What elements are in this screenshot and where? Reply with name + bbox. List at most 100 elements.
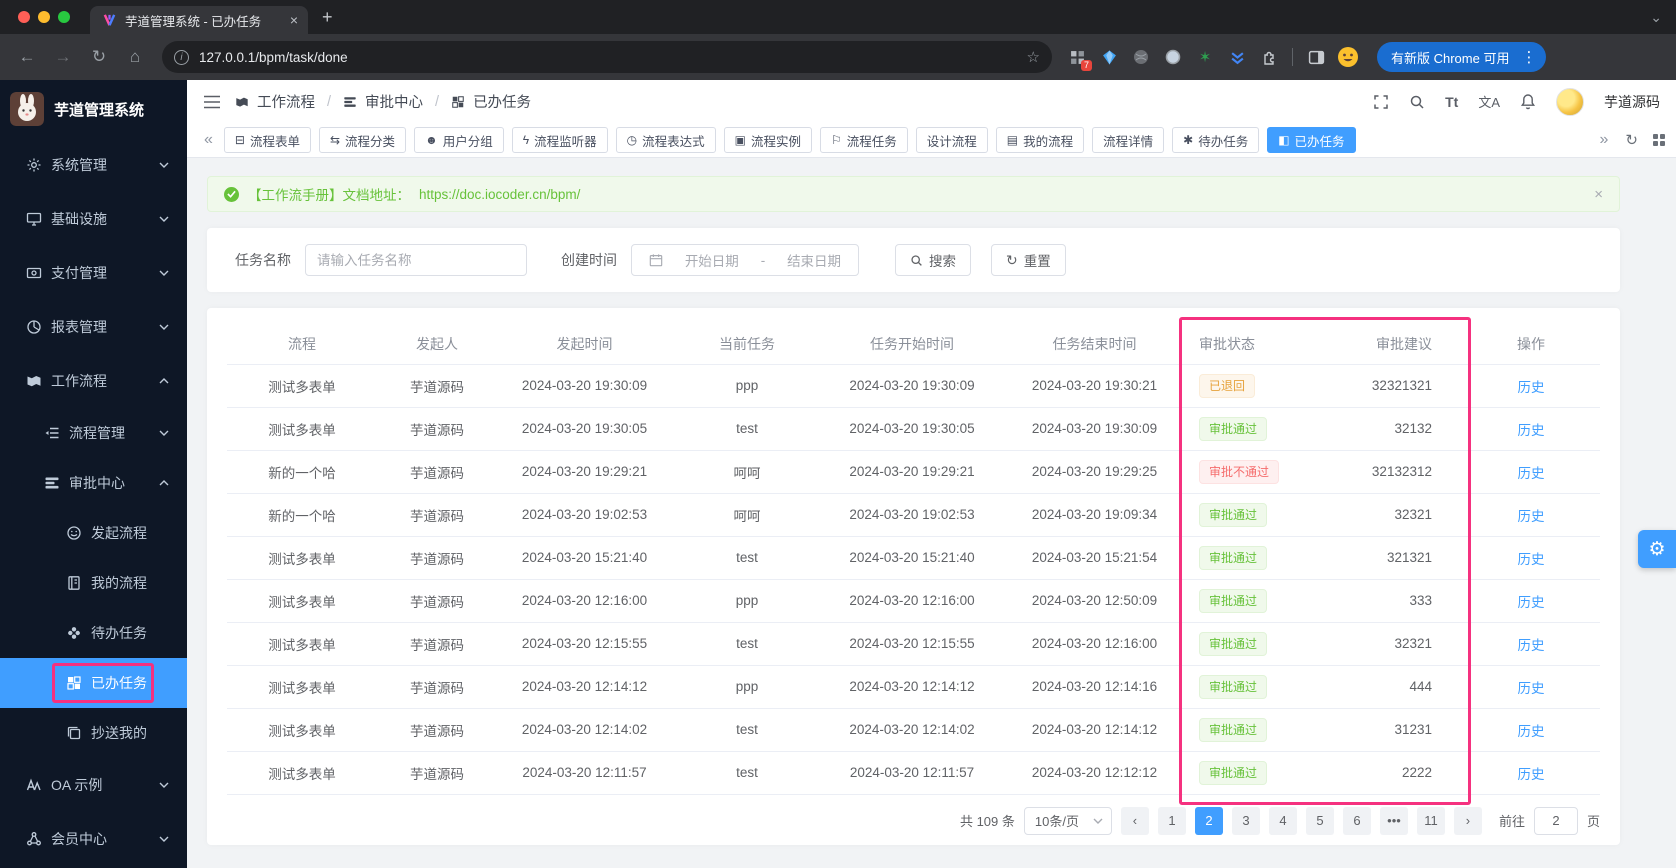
- tag-tab[interactable]: ⇆ 流程分类: [318, 127, 407, 153]
- tabs-scroll-right-icon[interactable]: »: [1597, 131, 1612, 149]
- goto-page-input[interactable]: [1533, 806, 1578, 835]
- sidebar-item-process-mgmt[interactable]: 流程管理: [0, 408, 187, 458]
- sidebar-item-system[interactable]: 系统管理: [0, 138, 187, 192]
- tag-tab[interactable]: ⊟ 流程表单: [223, 127, 311, 153]
- tag-tab[interactable]: ϟ 流程监听器: [511, 127, 608, 153]
- sidebar-item-my-process[interactable]: 我的流程: [0, 558, 187, 608]
- page-number-button[interactable]: •••: [1379, 806, 1408, 835]
- sidebar-item-workflow[interactable]: 工作流程: [0, 354, 187, 408]
- tag-tab[interactable]: ⚐ 流程任务: [819, 127, 908, 153]
- reset-button[interactable]: ↻ 重置: [991, 244, 1066, 276]
- chrome-update-button[interactable]: 有新版 Chrome 可用 ⋮: [1377, 42, 1547, 72]
- task-name-input[interactable]: [305, 244, 527, 276]
- search-button[interactable]: 搜索: [895, 244, 971, 276]
- date-range-picker[interactable]: 开始日期 - 结束日期: [631, 244, 859, 276]
- url-text[interactable]: 127.0.0.1/bpm/task/done: [199, 50, 1017, 65]
- end-date-placeholder[interactable]: 结束日期: [787, 250, 841, 270]
- bookmark-star-icon[interactable]: ☆: [1027, 48, 1040, 66]
- extension-blocker-icon[interactable]: 7: [1064, 44, 1092, 71]
- tab-search-chevron-icon[interactable]: ⌄: [1650, 9, 1662, 26]
- bell-icon[interactable]: [1520, 93, 1536, 110]
- page-number-button[interactable]: 1: [1157, 806, 1186, 835]
- username[interactable]: 芋道源码: [1604, 92, 1660, 112]
- new-tab-button[interactable]: +: [322, 7, 333, 28]
- history-link[interactable]: 历史: [1518, 595, 1545, 610]
- tag-tab[interactable]: 设计流程: [915, 127, 988, 153]
- address-bar[interactable]: i 127.0.0.1/bpm/task/done ☆: [162, 41, 1052, 73]
- tag-tab[interactable]: 流程详情: [1092, 127, 1165, 153]
- history-link[interactable]: 历史: [1518, 466, 1545, 481]
- sidebar-item-cc-me[interactable]: 抄送我的: [0, 708, 187, 758]
- breadcrumb-item[interactable]: 工作流程: [257, 91, 315, 112]
- history-link[interactable]: 历史: [1518, 380, 1545, 395]
- tag-tab[interactable]: ▣ 流程实例: [723, 127, 812, 153]
- home-button[interactable]: ⌂: [120, 42, 150, 72]
- apps-grid-icon[interactable]: [1652, 133, 1666, 147]
- page-number-button[interactable]: 3: [1231, 806, 1260, 835]
- sidebar-item-member-center[interactable]: 会员中心: [0, 812, 187, 866]
- tag-tab[interactable]: ◧ 已办任务: [1267, 127, 1356, 153]
- next-page-button[interactable]: ›: [1453, 806, 1482, 835]
- language-icon[interactable]: 文A: [1478, 92, 1500, 111]
- history-link[interactable]: 历史: [1518, 767, 1545, 782]
- close-window-button[interactable]: [18, 11, 30, 23]
- tab-label: 流程实例: [750, 134, 801, 149]
- sidebar-item-todo-tasks[interactable]: 待办任务: [0, 608, 187, 658]
- search-icon[interactable]: [1409, 94, 1425, 110]
- fullscreen-icon[interactable]: [1373, 94, 1389, 110]
- breadcrumb-item[interactable]: 审批中心: [365, 91, 423, 112]
- extension-star-icon[interactable]: ✶: [1192, 44, 1218, 70]
- tag-tab[interactable]: ✱ 待办任务: [1172, 127, 1260, 153]
- user-avatar[interactable]: [1556, 87, 1584, 116]
- tag-tab[interactable]: ◷ 流程表达式: [615, 127, 716, 153]
- history-link[interactable]: 历史: [1518, 724, 1545, 739]
- extension-chevrons-icon[interactable]: [1224, 44, 1250, 70]
- tag-tab[interactable]: ☻ 用户分组: [414, 127, 504, 153]
- refresh-tab-icon[interactable]: ↻: [1625, 131, 1638, 149]
- back-button[interactable]: ←: [12, 42, 42, 72]
- sidebar-item-infra[interactable]: 基础设施: [0, 192, 187, 246]
- sidebar-item-start-process[interactable]: 发起流程: [0, 508, 187, 558]
- banner-link[interactable]: https://doc.iocoder.cn/bpm/: [419, 187, 580, 202]
- forward-button[interactable]: →: [48, 42, 78, 72]
- extension-circle-icon[interactable]: [1160, 44, 1186, 70]
- extensions-puzzle-icon[interactable]: [1256, 44, 1282, 70]
- window-controls[interactable]: [18, 11, 70, 23]
- theme-settings-button[interactable]: ⚙: [1638, 530, 1676, 568]
- sidebar-item-payment[interactable]: 支付管理: [0, 246, 187, 300]
- chrome-menu-icon[interactable]: ⋮: [1517, 48, 1540, 66]
- maximize-window-button[interactable]: [58, 11, 70, 23]
- sidebar-item-oa-demo[interactable]: OA 示例: [0, 758, 187, 812]
- banner-close-icon[interactable]: ×: [1594, 186, 1603, 203]
- page-number-button[interactable]: 6: [1342, 806, 1371, 835]
- extension-gem-icon[interactable]: [1096, 44, 1122, 70]
- tab-close-icon[interactable]: ×: [290, 12, 298, 28]
- browser-tab[interactable]: 芋道管理系统 - 已办任务 ×: [90, 6, 308, 34]
- prev-page-button[interactable]: ‹: [1120, 806, 1149, 835]
- page-size-select[interactable]: 10条/页: [1023, 806, 1112, 835]
- reload-button[interactable]: ↻: [84, 42, 114, 72]
- extension-globe-icon[interactable]: [1128, 44, 1154, 70]
- tag-tab[interactable]: ▤ 我的流程: [995, 127, 1085, 153]
- sidebar-item-done-tasks[interactable]: 已办任务: [0, 658, 187, 708]
- page-number-button[interactable]: 2: [1194, 806, 1223, 835]
- collapse-menu-icon[interactable]: [203, 94, 221, 110]
- history-link[interactable]: 历史: [1518, 638, 1545, 653]
- page-number-button[interactable]: 4: [1268, 806, 1297, 835]
- side-panel-icon[interactable]: [1303, 44, 1329, 70]
- start-date-placeholder[interactable]: 开始日期: [685, 250, 739, 270]
- font-size-icon[interactable]: Tt: [1445, 94, 1458, 110]
- history-link[interactable]: 历史: [1518, 681, 1545, 696]
- page-number-button[interactable]: 11: [1416, 806, 1445, 835]
- sidebar-item-report[interactable]: 报表管理: [0, 300, 187, 354]
- history-link[interactable]: 历史: [1518, 509, 1545, 524]
- history-link[interactable]: 历史: [1518, 423, 1545, 438]
- history-link[interactable]: 历史: [1518, 552, 1545, 567]
- minimize-window-button[interactable]: [38, 11, 50, 23]
- tabs-scroll-left-icon[interactable]: «: [201, 131, 216, 149]
- profile-avatar-icon[interactable]: [1335, 44, 1361, 70]
- page-number-button[interactable]: 5: [1305, 806, 1334, 835]
- sidebar-item-approval-center[interactable]: 审批中心: [0, 458, 187, 508]
- site-info-icon[interactable]: i: [174, 49, 189, 65]
- app-logo-row[interactable]: 芋道管理系统: [0, 80, 187, 138]
